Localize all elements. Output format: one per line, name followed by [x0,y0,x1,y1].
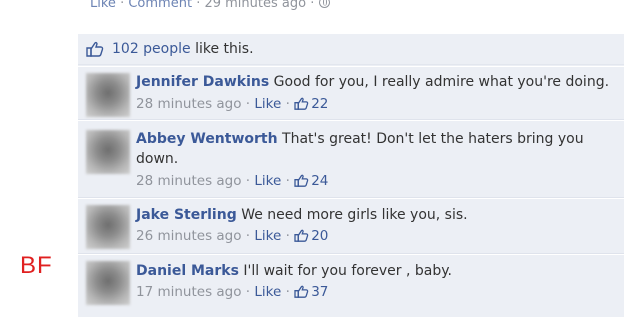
comment-meta: 26 minutes ago · Like · 20 [136,228,329,246]
thumbs-up-icon [294,174,309,191]
comment-like-link[interactable]: Like [254,173,281,189]
avatar[interactable] [86,130,130,174]
comment-item: Abbey Wentworth That's great! Don't let … [78,119,624,197]
comment-link[interactable]: Comment [128,0,192,11]
separator-dot: · [310,0,315,11]
separator-dot: · [120,0,125,11]
thumbs-up-icon [294,285,309,302]
comment-author[interactable]: Jennifer Dawkins [136,74,269,90]
comment-author[interactable]: Abbey Wentworth [136,131,278,147]
thumbs-up-icon [294,229,309,246]
comment-item: Jennifer Dawkins Good for you, I really … [78,66,624,119]
comment-item: Daniel Marks I'll wait for you forever ,… [78,253,624,317]
like-link[interactable]: Like [90,0,116,11]
comment-author[interactable]: Daniel Marks [136,263,239,279]
avatar[interactable] [86,205,130,249]
comment-timestamp[interactable]: 26 minutes ago [136,228,242,244]
comment-text: I'll wait for you forever , baby. [243,263,452,279]
comment-like-link[interactable]: Like [254,284,281,300]
comment-like-count[interactable]: 22 [311,96,328,112]
comment-body: Abbey Wentworth That's great! Don't let … [136,129,596,169]
comment-meta: 28 minutes ago · Like · 24 [136,173,329,191]
comment-like-count[interactable]: 24 [311,173,328,189]
likes-summary: 102 people like this. [78,34,624,65]
comment-meta: 28 minutes ago · Like · 22 [136,96,329,114]
likes-people-link[interactable]: 102 people [112,41,191,57]
comments-panel: 102 people like this. Jennifer Dawkins G… [78,34,624,317]
comment-body: Jake Sterling We need more girls like yo… [136,205,620,225]
divider [78,119,624,120]
comment-like-count[interactable]: 20 [311,228,328,244]
comment-timestamp[interactable]: 28 minutes ago [136,173,242,189]
likes-count-text: 102 people like this. [112,41,254,57]
thumbs-up-icon [294,97,309,114]
comment-body: Daniel Marks I'll wait for you forever ,… [136,261,620,281]
separator-dot: · [196,0,201,11]
divider [78,253,624,254]
post-actions-bar: Like · Comment · 29 minutes ago · [90,0,330,12]
comment-text: Good for you, I really admire what you'r… [273,74,610,90]
divider [78,197,624,198]
comment-timestamp[interactable]: 17 minutes ago [136,284,242,300]
comment-text: We need more girls like you, sis. [241,207,468,223]
comment-meta: 17 minutes ago · Like · 37 [136,284,329,302]
post-timestamp[interactable]: 29 minutes ago [204,0,306,11]
comment-like-link[interactable]: Like [254,96,281,112]
avatar[interactable] [86,73,130,117]
comment-timestamp[interactable]: 28 minutes ago [136,96,242,112]
avatar[interactable] [86,261,130,305]
thumbs-up-icon [86,41,104,61]
comment-like-link[interactable]: Like [254,228,281,244]
globe-icon[interactable] [318,0,330,8]
comment-item: Jake Sterling We need more girls like yo… [78,197,624,253]
comment-like-count[interactable]: 37 [311,284,328,300]
annotation-label: BF [20,252,53,279]
comment-author[interactable]: Jake Sterling [136,207,237,223]
comment-body: Jennifer Dawkins Good for you, I really … [136,72,620,92]
